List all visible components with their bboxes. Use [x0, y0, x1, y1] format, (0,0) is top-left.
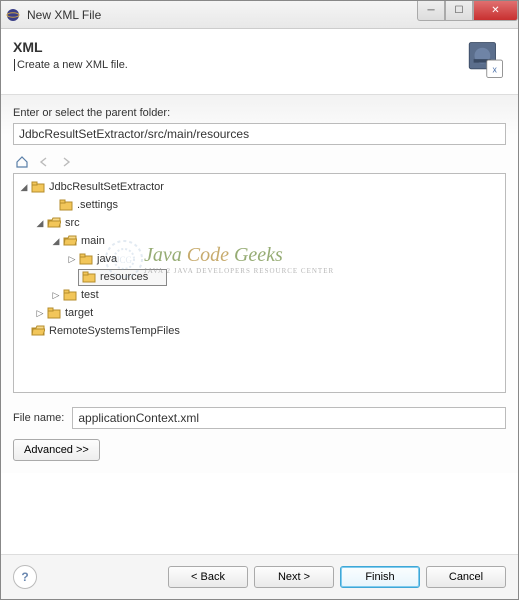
expand-arrow-icon[interactable]: ▷: [50, 290, 62, 301]
tree-label: JdbcResultSetExtractor: [49, 181, 164, 193]
tree-label: .settings: [77, 199, 118, 211]
tree-node-resources[interactable]: ▷ resources: [16, 268, 503, 286]
folder-icon: [62, 287, 78, 303]
wizard-title: XML: [13, 39, 464, 55]
tree-label: target: [65, 307, 93, 319]
folder-open-icon: [30, 323, 46, 339]
close-button[interactable]: ✕: [473, 1, 518, 21]
home-icon[interactable]: [13, 153, 31, 171]
advanced-button[interactable]: Advanced >>: [13, 439, 100, 461]
tree-node-src[interactable]: ◢ src: [16, 214, 503, 232]
tree-label: resources: [100, 271, 148, 283]
forward-arrow-icon[interactable]: [57, 153, 75, 171]
filename-label: File name:: [13, 412, 64, 424]
expand-arrow-icon[interactable]: ▷: [66, 254, 78, 265]
project-folder-icon: [30, 179, 46, 195]
folder-open-icon: [62, 233, 78, 249]
expand-arrow-icon[interactable]: ◢: [18, 182, 30, 193]
help-button[interactable]: ?: [13, 565, 37, 589]
tree-node-main[interactable]: ◢ main: [16, 232, 503, 250]
selected-node: resources: [78, 269, 167, 286]
back-arrow-icon[interactable]: [35, 153, 53, 171]
window-controls: ─ ☐ ✕: [417, 1, 518, 21]
cancel-button[interactable]: Cancel: [426, 566, 506, 588]
wizard-footer: ? < Back Next > Finish Cancel: [1, 554, 518, 599]
back-button[interactable]: < Back: [168, 566, 248, 588]
footer-buttons: < Back Next > Finish Cancel: [168, 566, 506, 588]
finish-button[interactable]: Finish: [340, 566, 420, 588]
tree-label: main: [81, 235, 105, 247]
parent-folder-input[interactable]: [13, 123, 506, 145]
xml-file-icon: x: [464, 39, 506, 84]
expand-arrow-icon[interactable]: ▷: [34, 308, 46, 319]
wizard-content: Enter or select the parent folder: ◢ Jdb…: [1, 95, 518, 473]
tree-node-target[interactable]: ▷ target: [16, 304, 503, 322]
tree-label: RemoteSystemsTempFiles: [49, 325, 180, 337]
folder-icon: [58, 197, 74, 213]
tree-node-project[interactable]: ◢ JdbcResultSetExtractor: [16, 178, 503, 196]
folder-tree[interactable]: ◢ JdbcResultSetExtractor ▸ .settings ◢ s…: [13, 173, 506, 393]
expand-arrow-icon[interactable]: ◢: [50, 236, 62, 247]
folder-icon: [78, 251, 94, 267]
filename-input[interactable]: [72, 407, 506, 429]
expand-arrow-icon[interactable]: ◢: [34, 218, 46, 229]
tree-node-java[interactable]: ▷ java: [16, 250, 503, 268]
tree-label: src: [65, 217, 80, 229]
parent-folder-label: Enter or select the parent folder:: [13, 107, 506, 119]
tree-node-remote[interactable]: ▷ RemoteSystemsTempFiles: [16, 322, 503, 340]
maximize-button[interactable]: ☐: [445, 1, 473, 21]
eclipse-icon: [5, 7, 21, 23]
tree-node-test[interactable]: ▷ test: [16, 286, 503, 304]
folder-open-icon: [46, 215, 62, 231]
window-title: New XML File: [27, 8, 101, 22]
wizard-description: Create a new XML file.: [14, 59, 464, 71]
folder-icon: [46, 305, 62, 321]
tree-node-settings[interactable]: ▸ .settings: [16, 196, 503, 214]
svg-text:x: x: [492, 64, 497, 74]
minimize-button[interactable]: ─: [417, 1, 445, 21]
folder-icon: [81, 269, 97, 285]
tree-label: java: [97, 253, 117, 265]
window-titlebar: New XML File ─ ☐ ✕: [1, 1, 518, 29]
tree-toolbar: [13, 151, 506, 173]
wizard-header: XML Create a new XML file. x: [1, 29, 518, 95]
filename-row: File name:: [13, 407, 506, 429]
next-button[interactable]: Next >: [254, 566, 334, 588]
tree-label: test: [81, 289, 99, 301]
